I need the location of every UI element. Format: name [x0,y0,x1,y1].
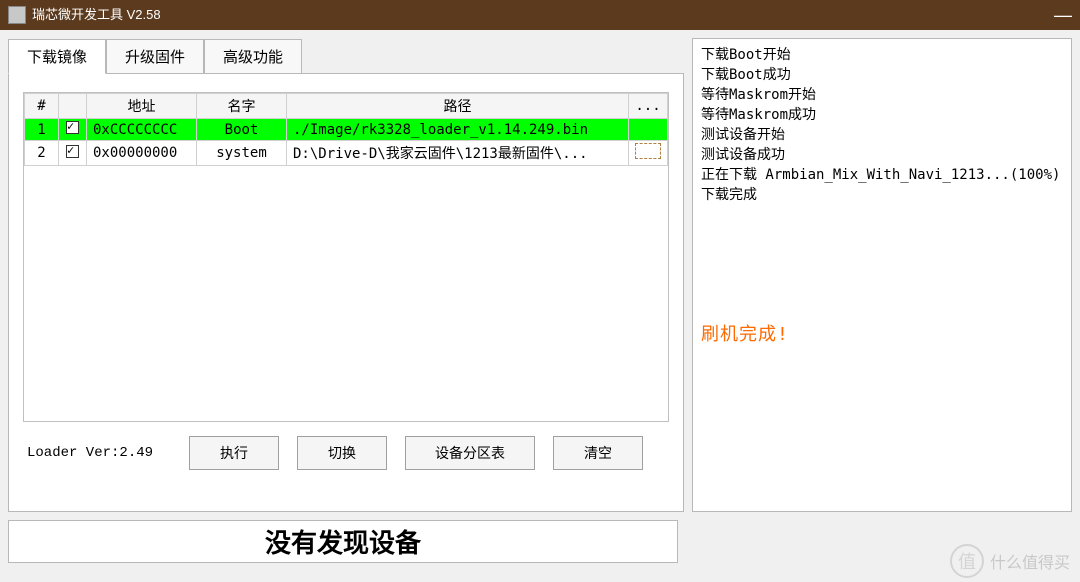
table-row[interactable]: 1 0xCCCCCCCC Boot ./Image/rk3328_loader_… [25,119,668,141]
table-row[interactable]: 2 0x00000000 system D:\Drive-D\我家云固件\121… [25,141,668,166]
loader-version-label: Loader Ver:2.49 [27,445,153,461]
cell-address[interactable]: 0xCCCCCCCC [87,119,197,141]
clear-button[interactable]: 清空 [553,436,643,470]
col-more[interactable]: ... [629,94,668,119]
watermark: 值 什么值得买 [950,544,1070,578]
log-line: 正在下载 Armbian_Mix_With_Navi_1213...(100%) [701,165,1063,185]
log-line: 下载Boot成功 [701,65,1063,85]
cell-check[interactable] [59,119,87,141]
log-line: 测试设备成功 [701,145,1063,165]
cell-name[interactable]: Boot [197,119,287,141]
title-bar: 瑞芯微开发工具 V2.58 — [0,0,1080,30]
tab-download-image[interactable]: 下载镜像 [8,39,106,74]
col-index[interactable]: # [25,94,59,119]
log-line: 下载完成 [701,185,1063,205]
checkbox-icon[interactable] [66,121,79,134]
switch-button[interactable]: 切换 [297,436,387,470]
watermark-text: 什么值得买 [990,549,1070,573]
cell-index: 2 [25,141,59,166]
col-address[interactable]: 地址 [87,94,197,119]
log-panel: 下载Boot开始 下载Boot成功 等待Maskrom开始 等待Maskrom成… [692,38,1072,512]
tab-advanced[interactable]: 高级功能 [204,39,302,74]
status-bar: 没有发现设备 [8,520,678,563]
image-table: # 地址 名字 路径 ... 1 0xCCCCCCCC [23,92,669,422]
partition-button[interactable]: 设备分区表 [405,436,535,470]
log-line: 下载Boot开始 [701,45,1063,65]
col-name[interactable]: 名字 [197,94,287,119]
cell-path[interactable]: ./Image/rk3328_loader_v1.14.249.bin [287,119,629,141]
tabs: 下载镜像 升级固件 高级功能 [8,38,684,73]
cell-check[interactable] [59,141,87,166]
log-line: 测试设备开始 [701,125,1063,145]
flash-done-label: 刷机完成! [701,325,1063,345]
browse-icon[interactable] [635,143,661,159]
tab-upgrade-firmware[interactable]: 升级固件 [106,39,204,74]
execute-button[interactable]: 执行 [189,436,279,470]
cell-path[interactable]: D:\Drive-D\我家云固件\1213最新固件\... [287,141,629,166]
cell-browse[interactable] [629,141,668,166]
checkbox-icon[interactable] [66,145,79,158]
tab-body: # 地址 名字 路径 ... 1 0xCCCCCCCC [8,73,684,512]
log-line: 等待Maskrom开始 [701,85,1063,105]
window-title: 瑞芯微开发工具 V2.58 [32,0,161,30]
log-line: 等待Maskrom成功 [701,105,1063,125]
cell-browse[interactable] [629,119,668,141]
cell-name[interactable]: system [197,141,287,166]
col-check[interactable] [59,94,87,119]
app-icon [8,6,26,24]
watermark-badge-icon: 值 [950,544,984,578]
cell-index: 1 [25,119,59,141]
minimize-button[interactable]: — [1054,0,1072,30]
button-row: Loader Ver:2.49 执行 切换 设备分区表 清空 [23,436,669,470]
col-path[interactable]: 路径 [287,94,629,119]
cell-address[interactable]: 0x00000000 [87,141,197,166]
